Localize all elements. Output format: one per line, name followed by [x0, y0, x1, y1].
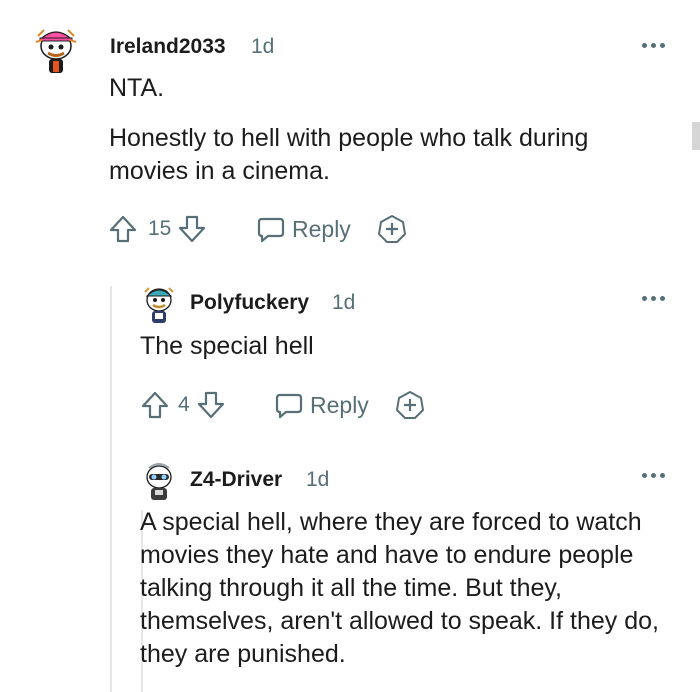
scrollbar-thumb[interactable]	[692, 122, 700, 150]
upvote-icon[interactable]	[140, 390, 170, 420]
vote-controls: 15	[108, 212, 207, 246]
comment-username[interactable]: Polyfuckery	[190, 291, 309, 315]
reply-label: Reply	[310, 391, 369, 418]
downvote-icon[interactable]	[177, 214, 207, 244]
award-button[interactable]	[394, 388, 426, 422]
reply-bubble-icon	[275, 393, 303, 419]
award-plus-icon	[378, 215, 406, 243]
comment-paragraph: The special hell	[140, 332, 314, 360]
reply-button[interactable]: Reply	[256, 212, 351, 246]
reply-bubble-icon	[257, 217, 285, 243]
avatar[interactable]	[141, 460, 185, 504]
comment-timestamp[interactable]: 1d	[251, 35, 274, 59]
comment-username[interactable]: Ireland2033	[110, 35, 226, 59]
comment-paragraph: NTA.	[109, 74, 165, 102]
more-options-icon[interactable]	[642, 473, 668, 481]
more-options-icon[interactable]	[642, 43, 668, 51]
award-button[interactable]	[376, 212, 408, 246]
more-options-icon[interactable]	[642, 296, 668, 304]
downvote-icon[interactable]	[196, 390, 226, 420]
thread-line-level-1[interactable]	[110, 286, 112, 692]
vote-count: 4	[178, 393, 190, 416]
comment-paragraph: A special hell, where they are forced to…	[140, 508, 659, 668]
avatar[interactable]	[141, 282, 185, 326]
comment-timestamp[interactable]: 1d	[332, 291, 355, 315]
vote-count: 15	[148, 217, 172, 240]
comment-paragraph: Honestly to hell with people who talk du…	[109, 124, 589, 185]
vote-controls: 4	[140, 388, 226, 422]
reply-label: Reply	[292, 215, 351, 242]
comment-timestamp[interactable]: 1d	[306, 468, 329, 492]
comment-username[interactable]: Z4-Driver	[190, 468, 282, 492]
award-plus-icon	[396, 391, 424, 419]
upvote-icon[interactable]	[108, 214, 138, 244]
avatar[interactable]	[34, 22, 78, 73]
reply-button[interactable]: Reply	[274, 388, 369, 422]
